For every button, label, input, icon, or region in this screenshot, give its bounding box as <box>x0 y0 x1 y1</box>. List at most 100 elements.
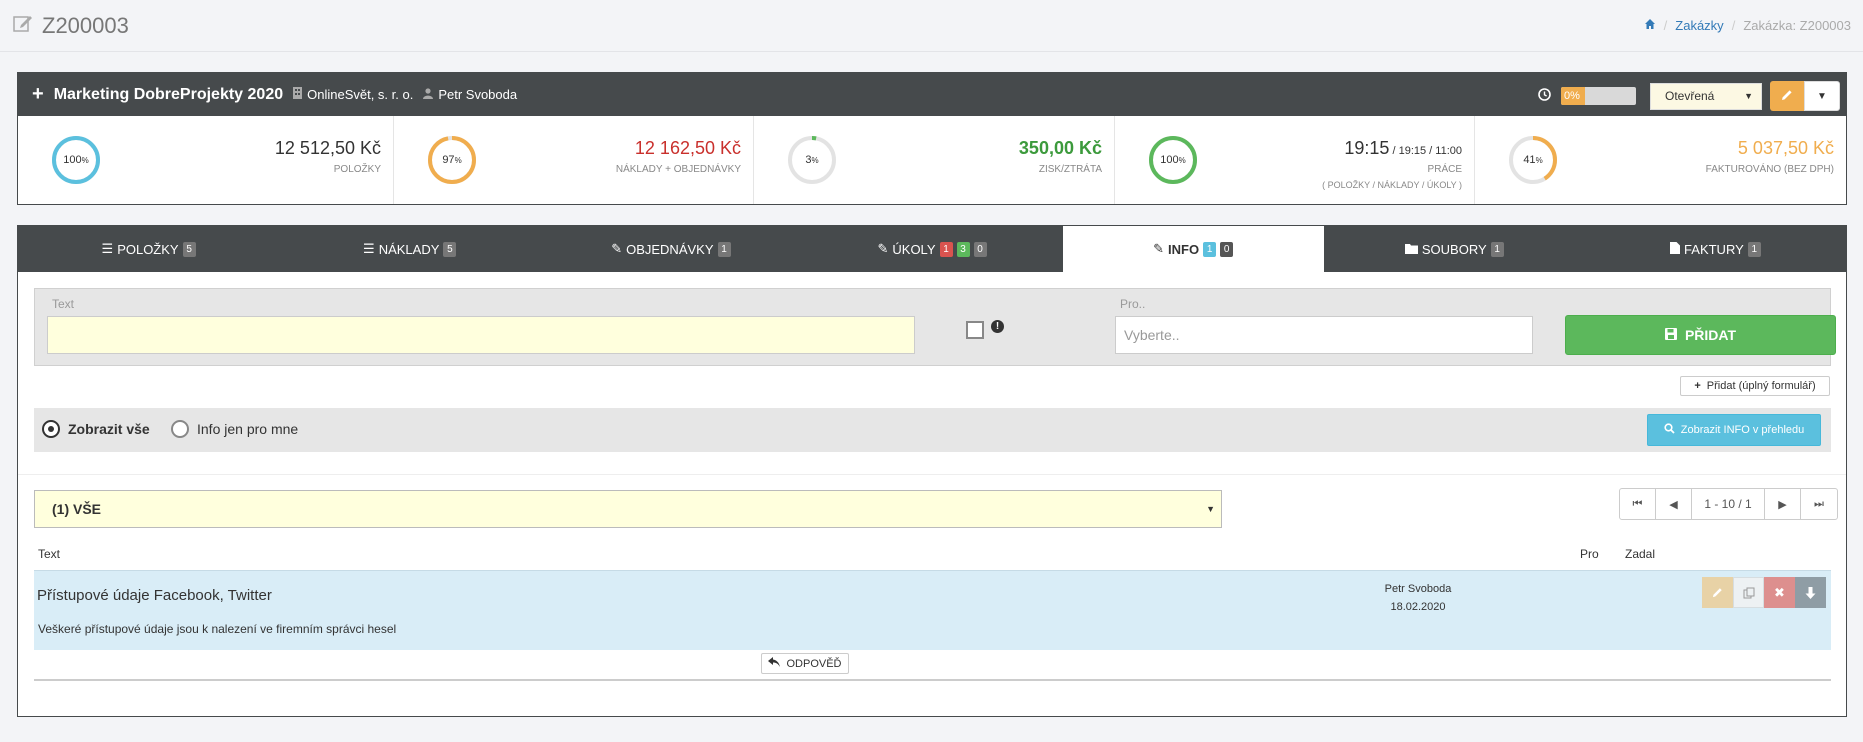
radio-dot-checked[interactable] <box>42 420 60 438</box>
copy-row-button[interactable] <box>1733 577 1764 608</box>
tab-count-badge: 5 <box>182 241 196 257</box>
caret-down-icon: ▼ <box>1744 90 1753 101</box>
breadcrumb-link-zakazky[interactable]: Zakázky <box>1675 18 1723 33</box>
add-button-label: PŘIDAT <box>1684 327 1737 343</box>
folder-icon <box>1404 242 1418 257</box>
tab-label: INFO <box>1168 241 1200 257</box>
tab-label: SOUBORY <box>1421 241 1487 257</box>
stat-label: POLOŽKY <box>333 164 381 175</box>
tab-bar: ☰ POLOŽKY 5 ☰ NÁKLADY 5 ✎ OBJEDNÁVKY 1 ✎… <box>18 226 1846 272</box>
top-bar: Z200003 / Zakázky / Zakázka: Z200003 <box>0 0 1863 52</box>
tab-count-badge-blue: 1 <box>1203 241 1217 257</box>
tab-label: POLOŽKY <box>117 241 179 257</box>
project-panel: + Marketing DobreProjekty 2020 OnlineSvě… <box>17 72 1847 205</box>
plus-icon[interactable]: + <box>32 83 44 106</box>
gauge-value: 100% <box>63 154 89 166</box>
tab-count-badge: 1 <box>717 241 731 257</box>
tab-count-badge-red: 1 <box>939 241 953 257</box>
plus-icon: + <box>1694 380 1701 392</box>
stat-amount: 350,00 Kč <box>1018 138 1102 158</box>
home-icon[interactable] <box>1644 18 1656 33</box>
tab-polozky[interactable]: ☰ POLOŽKY 5 <box>18 226 279 272</box>
author-date: 18.02.2020 <box>1390 601 1446 613</box>
info-title: Přístupové údaje Facebook, Twitter <box>37 587 272 604</box>
clock-icon <box>1538 88 1551 104</box>
user-icon <box>423 87 434 102</box>
column-header-zadal: Zadal <box>1625 547 1656 561</box>
text-label: Text <box>52 297 75 311</box>
caret-down-icon: ▼ <box>1817 90 1827 102</box>
tab-count-badge: 5 <box>443 241 457 257</box>
gauge-value: 100% <box>1160 154 1186 166</box>
reply-button[interactable]: ODPOVĚĎ <box>761 653 849 674</box>
last-page-button[interactable]: ⏭ <box>1801 489 1837 519</box>
caret-down-icon: ▼ <box>1206 504 1215 514</box>
stat-amount: 19:15 / 19:15 / 11:00 <box>1344 138 1462 158</box>
pro-select[interactable]: Vyberte.. <box>1115 316 1533 354</box>
breadcrumb-current: Zakázka: Z200003 <box>1743 18 1851 33</box>
important-checkbox[interactable] <box>966 321 984 339</box>
radio-dot[interactable] <box>171 420 189 438</box>
text-input[interactable] <box>47 316 915 354</box>
row-actions: ✖ <box>1702 577 1826 608</box>
exclamation-icon: ! <box>991 320 1004 333</box>
reply-button-label: ODPOVĚĎ <box>786 657 842 670</box>
divider <box>34 679 1831 681</box>
tab-count-badge: 1 <box>1490 241 1504 257</box>
tab-info[interactable]: ✎ INFO 1 0 <box>1062 226 1324 272</box>
stat-polozky: 100% 12 512,50 Kč POLOŽKY <box>18 116 394 204</box>
stat-label: NÁKLADY + OBJEDNÁVKY <box>615 164 741 175</box>
status-select[interactable]: Otevřená ▼ <box>1650 82 1762 110</box>
arrow-down-icon <box>1805 586 1816 599</box>
first-page-button[interactable]: ⏮ <box>1620 489 1656 519</box>
tab-soubory[interactable]: SOUBORY 1 <box>1324 226 1585 272</box>
copy-icon <box>1743 587 1754 598</box>
save-icon <box>1664 327 1677 343</box>
info-author-cell: Petr Svoboda 18.02.2020 <box>1373 580 1463 616</box>
breadcrumb: / Zakázky / Zakázka: Z200003 <box>1644 18 1851 33</box>
tab-naklady[interactable]: ☰ NÁKLADY 5 <box>279 226 540 272</box>
breadcrumb-separator: / <box>1663 18 1668 33</box>
add-button[interactable]: PŘIDAT <box>1565 315 1836 355</box>
radio-only-me[interactable]: Info jen pro mne <box>171 420 298 438</box>
project-header: + Marketing DobreProjekty 2020 OnlineSvě… <box>18 73 1846 116</box>
stat-zisk: 3% 350,00 Kč ZISK/ZTRÁTA <box>754 116 1115 204</box>
radio-show-all[interactable]: Zobrazit vše <box>42 420 150 438</box>
tab-faktury[interactable]: FAKTURY 1 <box>1585 226 1846 272</box>
pagination: ⏮ ◀ 1 - 10 / 1 ▶ ⏭ <box>1619 488 1838 520</box>
add-full-form-button[interactable]: + Přidat (úplný formulář) <box>1680 376 1830 396</box>
pencil-icon <box>1712 588 1722 598</box>
stat-amount: 12 512,50 Kč <box>274 138 381 158</box>
edit-project-button[interactable] <box>1770 81 1804 111</box>
page-info: 1 - 10 / 1 <box>1692 489 1765 519</box>
person-name: Petr Svoboda <box>438 87 518 102</box>
edit-row-button[interactable] <box>1702 577 1733 608</box>
category-select[interactable]: (1) VŠE ▼ <box>34 490 1222 528</box>
project-menu-button[interactable]: ▼ <box>1804 81 1840 111</box>
pencil-icon: ✎ <box>877 241 889 256</box>
next-page-button[interactable]: ▶ <box>1765 489 1801 519</box>
breadcrumb-separator: / <box>1731 18 1736 33</box>
gauge-value: 97% <box>442 154 462 166</box>
tab-label: ÚKOLY <box>892 241 936 257</box>
stat-label: PRÁCE <box>1427 164 1462 175</box>
author-name: Petr Svoboda <box>1384 583 1452 595</box>
pencil-icon <box>1781 89 1793 104</box>
expand-row-button[interactable] <box>1795 577 1826 608</box>
gauge-value: 41% <box>1523 154 1543 166</box>
stat-prace: 100% 19:15 / 19:15 / 11:00 PRÁCE ( POLOŽ… <box>1115 116 1475 204</box>
tab-ukoly[interactable]: ✎ ÚKOLY 1 3 0 <box>801 226 1062 272</box>
edit-icon <box>12 12 34 40</box>
overview-button-label: Zobrazit INFO v přehledu <box>1680 424 1805 436</box>
pencil-icon: ✎ <box>1153 241 1165 256</box>
column-header-pro: Pro <box>1580 547 1599 561</box>
list-icon: ☰ <box>363 241 375 256</box>
tab-objednavky[interactable]: ✎ OBJEDNÁVKY 1 <box>540 226 801 272</box>
prev-page-button[interactable]: ◀ <box>1656 489 1692 519</box>
stat-naklady: 97% 12 162,50 Kč NÁKLADY + OBJEDNÁVKY <box>394 116 754 204</box>
delete-row-button[interactable]: ✖ <box>1764 577 1795 608</box>
company-name: OnlineSvět, s. r. o. <box>307 87 414 102</box>
show-info-overview-button[interactable]: Zobrazit INFO v přehledu <box>1647 414 1821 446</box>
tab-label: NÁKLADY <box>378 241 440 257</box>
close-icon: ✖ <box>1774 584 1785 600</box>
